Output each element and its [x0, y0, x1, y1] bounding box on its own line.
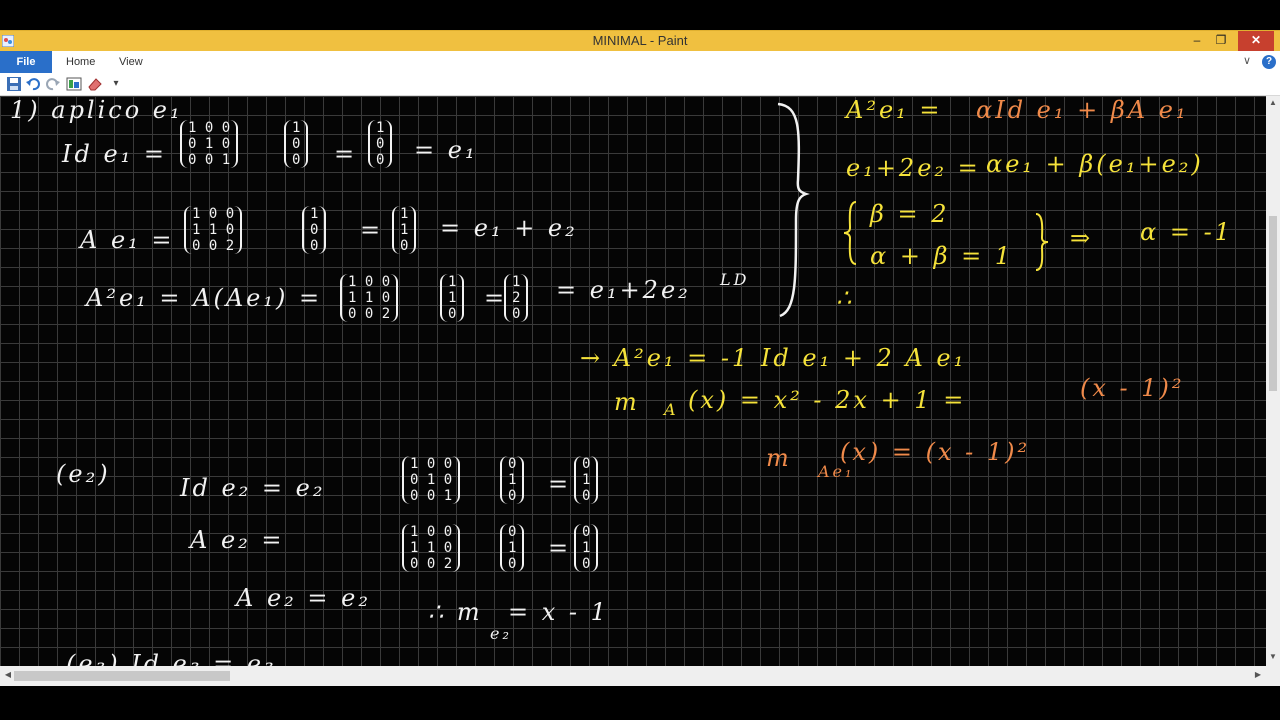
note-therefore-m: ∴ m: [428, 598, 483, 626]
matrix-a: 1 0 0 1 1 0 0 0 2: [184, 206, 243, 254]
note-ide1: Id e₁ =: [62, 140, 168, 168]
tab-view[interactable]: View: [107, 51, 155, 73]
vector-ae1: 1 1 0: [392, 206, 417, 254]
note-ld: LD: [720, 270, 750, 289]
title-bar: MINIMAL - Paint – ❐ ✕: [0, 30, 1280, 51]
note-implies: ⇒: [1070, 224, 1094, 252]
note-a2e1-right: A²e₁ =: [846, 96, 943, 124]
matrix-a: 1 0 0 1 1 0 0 0 2: [340, 274, 399, 322]
right-brace-icon: [777, 102, 810, 318]
tab-home[interactable]: Home: [54, 51, 107, 73]
note-e1-2e2: e₁+2e₂ =: [846, 154, 981, 182]
ribbon-tab-bar: File Home View ∨ ?: [0, 51, 1280, 74]
note-eq: =: [334, 140, 358, 168]
horizontal-scrollbar[interactable]: ◀ ▶: [0, 666, 1266, 686]
vector-e1: 1 0 0: [302, 206, 327, 254]
note-e1-plus-e2: = e₁ + e₂: [440, 214, 578, 242]
identity-matrix-2: 1 0 0 0 1 0 0 0 1: [402, 456, 461, 504]
note-m-ae1-result: (x) = (x - 1)²: [840, 438, 1031, 466]
note-alpha-plus-beta: α + β = 1: [870, 242, 1014, 270]
horizontal-scroll-thumb[interactable]: [14, 671, 230, 681]
note-x-minus-1: = x - 1: [508, 598, 609, 626]
redo-icon[interactable]: [45, 76, 61, 92]
quick-access-toolbar: ▾: [0, 73, 1280, 96]
help-icon[interactable]: ?: [1262, 55, 1276, 69]
left-brace-icon: [843, 201, 857, 265]
scroll-up-arrow-icon[interactable]: ▲: [1266, 98, 1280, 110]
scroll-down-arrow-icon[interactable]: ▼: [1266, 652, 1280, 664]
vector-e2-result: 0 1 0: [574, 456, 599, 504]
right-small-brace-icon: [1035, 213, 1049, 271]
image-properties-icon[interactable]: [66, 76, 82, 92]
note-m-ae1: m: [766, 444, 792, 472]
note-subscript-e2: e₂: [490, 624, 512, 643]
note-x-minus-1-squared: (x - 1)²: [1080, 374, 1185, 402]
identity-matrix: 1 0 0 0 1 0 0 0 1: [180, 120, 239, 168]
scroll-left-arrow-icon[interactable]: ◀: [2, 670, 14, 679]
note-ae1: A e₁ =: [80, 226, 175, 254]
note-ide2: Id e₂ = e₂: [180, 474, 326, 502]
note-e3-partial: (e₃) Id e₃ = e₃: [66, 650, 277, 666]
vector-e1: 1 0 0: [284, 120, 309, 168]
note-eq-e1: = e₁: [414, 136, 478, 164]
vertical-scroll-thumb[interactable]: [1269, 216, 1277, 391]
note-eq: =: [360, 216, 384, 244]
note-therefore: ∴: [836, 284, 855, 312]
vector-e2: 0 1 0: [500, 456, 525, 504]
scrollbar-corner: [1266, 666, 1280, 686]
note-a2e1: A²e₁ = A(Ae₁) =: [86, 284, 323, 312]
maximize-button[interactable]: ❐: [1208, 31, 1234, 51]
note-subscript-ae1: Ae₁: [818, 462, 855, 481]
drawing-canvas[interactable]: 1) aplico e₁ Id e₁ = 1 0 0 0 1 0 0 0 1 1…: [0, 96, 1266, 666]
minimize-button[interactable]: –: [1184, 31, 1210, 51]
note-alpha-beta-combination: αe₁ + β(e₁+e₂): [986, 150, 1204, 178]
vector-e2: 0 1 0: [500, 524, 525, 572]
scroll-right-arrow-icon[interactable]: ▶: [1252, 670, 1264, 679]
note-ae2-eq-e2: A e₂ = e₂: [236, 584, 371, 612]
close-button[interactable]: ✕: [1238, 31, 1274, 51]
eraser-icon[interactable]: [87, 76, 103, 92]
tab-file[interactable]: File: [0, 51, 52, 73]
vector-e1-result: 1 0 0: [368, 120, 393, 168]
note-line-aplico: 1) aplico e₁: [10, 96, 183, 124]
customize-toolbar-chevron-icon[interactable]: ▾: [108, 76, 124, 92]
note-alpha-eq: α = -1: [1140, 218, 1233, 246]
vector-ae1: 1 1 0: [440, 274, 465, 322]
note-subscript-a: A: [664, 400, 679, 419]
note-m: m: [614, 388, 640, 416]
note-alpha-beta-expression: αId e₁ + βA e₁: [976, 96, 1189, 124]
vertical-scrollbar[interactable]: ▲ ▼: [1266, 96, 1280, 666]
note-e2-label: (e₂): [56, 460, 111, 488]
note-beta-eq-2: β = 2: [870, 200, 950, 228]
note-ae2: A e₂ =: [190, 526, 285, 554]
note-a2e1-result: → A²e₁ = -1 Id e₁ + 2 A e₁: [580, 344, 967, 372]
matrix-a-2: 1 0 0 1 1 0 0 0 2: [402, 524, 461, 572]
note-e1-plus-2e2: = e₁+2e₂: [556, 276, 691, 304]
note-eq: =: [548, 534, 572, 562]
undo-icon[interactable]: [25, 76, 41, 92]
note-min-poly: (x) = x² - 2x + 1 =: [688, 386, 967, 414]
status-bar: [0, 686, 1280, 720]
vector-ae2-result: 0 1 0: [574, 524, 599, 572]
expand-ribbon-chevron-icon[interactable]: ∨: [1243, 54, 1251, 67]
window-title: MINIMAL - Paint: [592, 33, 688, 48]
vector-a2e1: 1 2 0: [504, 274, 529, 322]
save-icon[interactable]: [6, 76, 22, 92]
note-eq: =: [548, 470, 572, 498]
